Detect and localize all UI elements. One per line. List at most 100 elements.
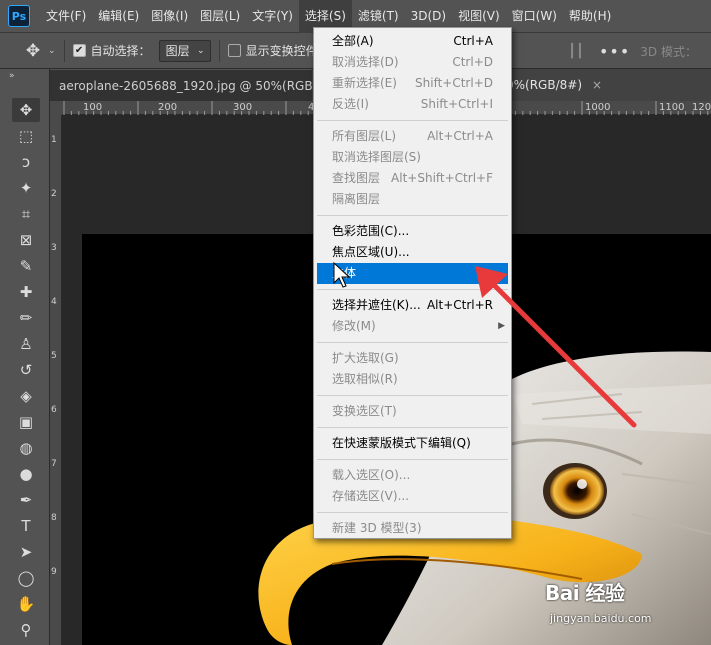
select-menu-item[interactable]: 全部(A) Ctrl+A [314, 31, 511, 52]
chevron-down-icon[interactable]: ⌄ [48, 46, 56, 56]
auto-select-target-value: 图层 [165, 44, 190, 58]
menu-item-label: 主体 [332, 266, 357, 280]
menu-1[interactable]: 编辑(E) [92, 0, 145, 33]
move-tool-icon[interactable]: ✥ [12, 98, 40, 122]
options-right-group: ┃┃ ••• 3D 模式： [563, 33, 711, 69]
close-icon[interactable]: × [592, 78, 602, 92]
menu-2[interactable]: 图像(I) [145, 0, 194, 33]
magic-wand-tool-icon[interactable]: ✦ [12, 176, 40, 200]
crop-tool-icon[interactable]: ⌗ [12, 202, 40, 226]
select-menu-item[interactable]: 扩大选取(G) [314, 348, 511, 369]
ruler-label: 200 [158, 102, 178, 113]
eraser-tool-icon[interactable]: ◈ [12, 384, 40, 408]
more-options-icon[interactable]: ••• [599, 42, 630, 61]
show-transform-label: 显示变换控件 [245, 44, 318, 58]
history-brush-tool-icon[interactable]: ↺ [12, 358, 40, 382]
menu-separator [317, 215, 508, 216]
document-tab[interactable]: aeroplane-2605688_1920.jpg @ 50%(RGB/8#) [50, 69, 312, 101]
hand-tool-icon[interactable]: ✋ [12, 592, 40, 616]
show-transform-checkbox[interactable] [227, 44, 241, 57]
menu-separator [317, 120, 508, 121]
lasso-tool-icon[interactable]: ↄ [12, 150, 40, 174]
pen-tool-icon[interactable]: ✒ [12, 488, 40, 512]
document-tab-2[interactable]: 0%(RGB/8#) × [506, 69, 602, 101]
select-menu-item[interactable]: 主体 [317, 263, 508, 284]
menu-separator [317, 427, 508, 428]
menu-3[interactable]: 图层(L) [194, 0, 246, 33]
select-menu-item[interactable]: 选择并遮住(K)... Alt+Ctrl+R [314, 295, 511, 316]
marquee-tool-icon[interactable]: ⬚ [12, 124, 40, 148]
menu-10[interactable]: 帮助(H) [563, 0, 617, 33]
menu-item-label: 存储选区(V)... [332, 489, 410, 503]
watermark-logo: Bai 经验 [545, 581, 625, 605]
menu-separator [317, 395, 508, 396]
select-menu-item[interactable]: 新建 3D 模型(3) [314, 518, 511, 539]
menu-item-label: 选择并遮住(K)... [332, 298, 421, 312]
menu-item-label: 隔离图层 [332, 192, 381, 206]
select-menu-item[interactable]: 重新选择(E) Shift+Ctrl+D [314, 73, 511, 94]
menu-4[interactable]: 文字(Y) [246, 0, 299, 33]
ruler-label: 300 [233, 102, 253, 113]
auto-select-target-dropdown[interactable]: 图层 ⌄ [158, 39, 211, 62]
menu-item-label: 取消选择图层(S) [332, 150, 421, 164]
healing-brush-tool-icon[interactable]: ✚ [12, 280, 40, 304]
move-tool-preset-icon[interactable]: ✥ [22, 40, 44, 62]
menu-item-shortcut: Ctrl+D [452, 55, 493, 69]
blur-tool-icon[interactable]: ◍ [12, 436, 40, 460]
path-selection-tool-icon[interactable]: ➤ [12, 540, 40, 564]
auto-select-checkbox[interactable]: ✔ [72, 44, 86, 57]
ruler-label: 1000 [585, 102, 611, 113]
panel-collapse-icon[interactable]: » [0, 69, 49, 83]
menu-9[interactable]: 窗口(W) [506, 0, 563, 33]
select-menu-item[interactable]: 所有图层(L) Alt+Ctrl+A [314, 126, 511, 147]
select-menu-item[interactable]: 色彩范围(C)... [314, 221, 511, 242]
eyedropper-tool-icon[interactable]: ✎ [12, 254, 40, 278]
select-menu-item[interactable]: 取消选择(D) Ctrl+D [314, 52, 511, 73]
select-menu-item[interactable]: 反选(I) Shift+Ctrl+I [314, 94, 511, 115]
photoshop-logo: Ps [8, 5, 30, 27]
dodge-tool-icon[interactable]: ● [12, 462, 40, 486]
select-menu-item[interactable]: 焦点区域(U)... [314, 242, 511, 263]
menu-item-shortcut: Alt+Ctrl+A [427, 129, 493, 143]
submenu-arrow-icon: ▶ [498, 321, 505, 331]
ruler-corner [50, 101, 62, 115]
ruler-label: 9 [51, 567, 57, 577]
brush-tool-icon[interactable]: ✏ [12, 306, 40, 330]
select-menu-item[interactable]: 存储选区(V)... [314, 486, 511, 507]
baidu-watermark: Bai 经验 jingyan.baidu.com [545, 577, 705, 635]
distribute-icon[interactable]: ┃┃ [566, 41, 586, 61]
ruler-label: 5 [51, 351, 57, 361]
menu-0[interactable]: 文件(F) [40, 0, 92, 33]
select-menu-item[interactable]: 在快速蒙版模式下编辑(Q) [314, 433, 511, 454]
select-menu-item[interactable]: 载入选区(O)... [314, 465, 511, 486]
gradient-tool-icon[interactable]: ▣ [12, 410, 40, 434]
document-tab-2-title: 0%(RGB/8#) [506, 78, 583, 92]
menu-item-label: 重新选择(E) [332, 76, 397, 90]
ruler-label: 1100 [659, 102, 685, 113]
select-menu-item[interactable]: 选取相似(R) [314, 369, 511, 390]
shape-tool-icon[interactable]: ◯ [12, 566, 40, 590]
ruler-label: 8 [51, 513, 57, 523]
select-menu-item[interactable]: 修改(M) ▶ [314, 316, 511, 337]
auto-select-label: 自动选择： [90, 44, 151, 58]
type-tool-icon[interactable]: T [12, 514, 40, 538]
clone-stamp-tool-icon[interactable]: ♙ [12, 332, 40, 356]
zoom-tool-icon[interactable]: ⚲ [12, 618, 40, 642]
select-menu-item[interactable]: 查找图层 Alt+Shift+Ctrl+F [314, 168, 511, 189]
menu-item-label: 载入选区(O)... [332, 468, 411, 482]
select-menu-item[interactable]: 取消选择图层(S) [314, 147, 511, 168]
menu-separator [317, 289, 508, 290]
menu-item-shortcut: Alt+Shift+Ctrl+F [391, 171, 493, 185]
frame-tool-icon[interactable]: ⊠ [12, 228, 40, 252]
menu-item-label: 色彩范围(C)... [332, 224, 410, 238]
watermark-url: jingyan.baidu.com [550, 612, 652, 625]
ruler-label: 6 [51, 405, 57, 415]
menu-item-shortcut: Shift+Ctrl+I [420, 97, 493, 111]
select-menu-item[interactable]: 隔离图层 [314, 189, 511, 210]
menu-item-label: 反选(I) [332, 97, 369, 111]
ruler-vertical[interactable]: 1 2 3 4 5 6 7 8 9 [50, 115, 62, 645]
menu-item-label: 查找图层 [332, 171, 381, 185]
ruler-label: 7 [51, 459, 57, 469]
select-menu-item[interactable]: 变换选区(T) [314, 401, 511, 422]
menu-item-shortcut: Alt+Ctrl+R [426, 298, 493, 312]
